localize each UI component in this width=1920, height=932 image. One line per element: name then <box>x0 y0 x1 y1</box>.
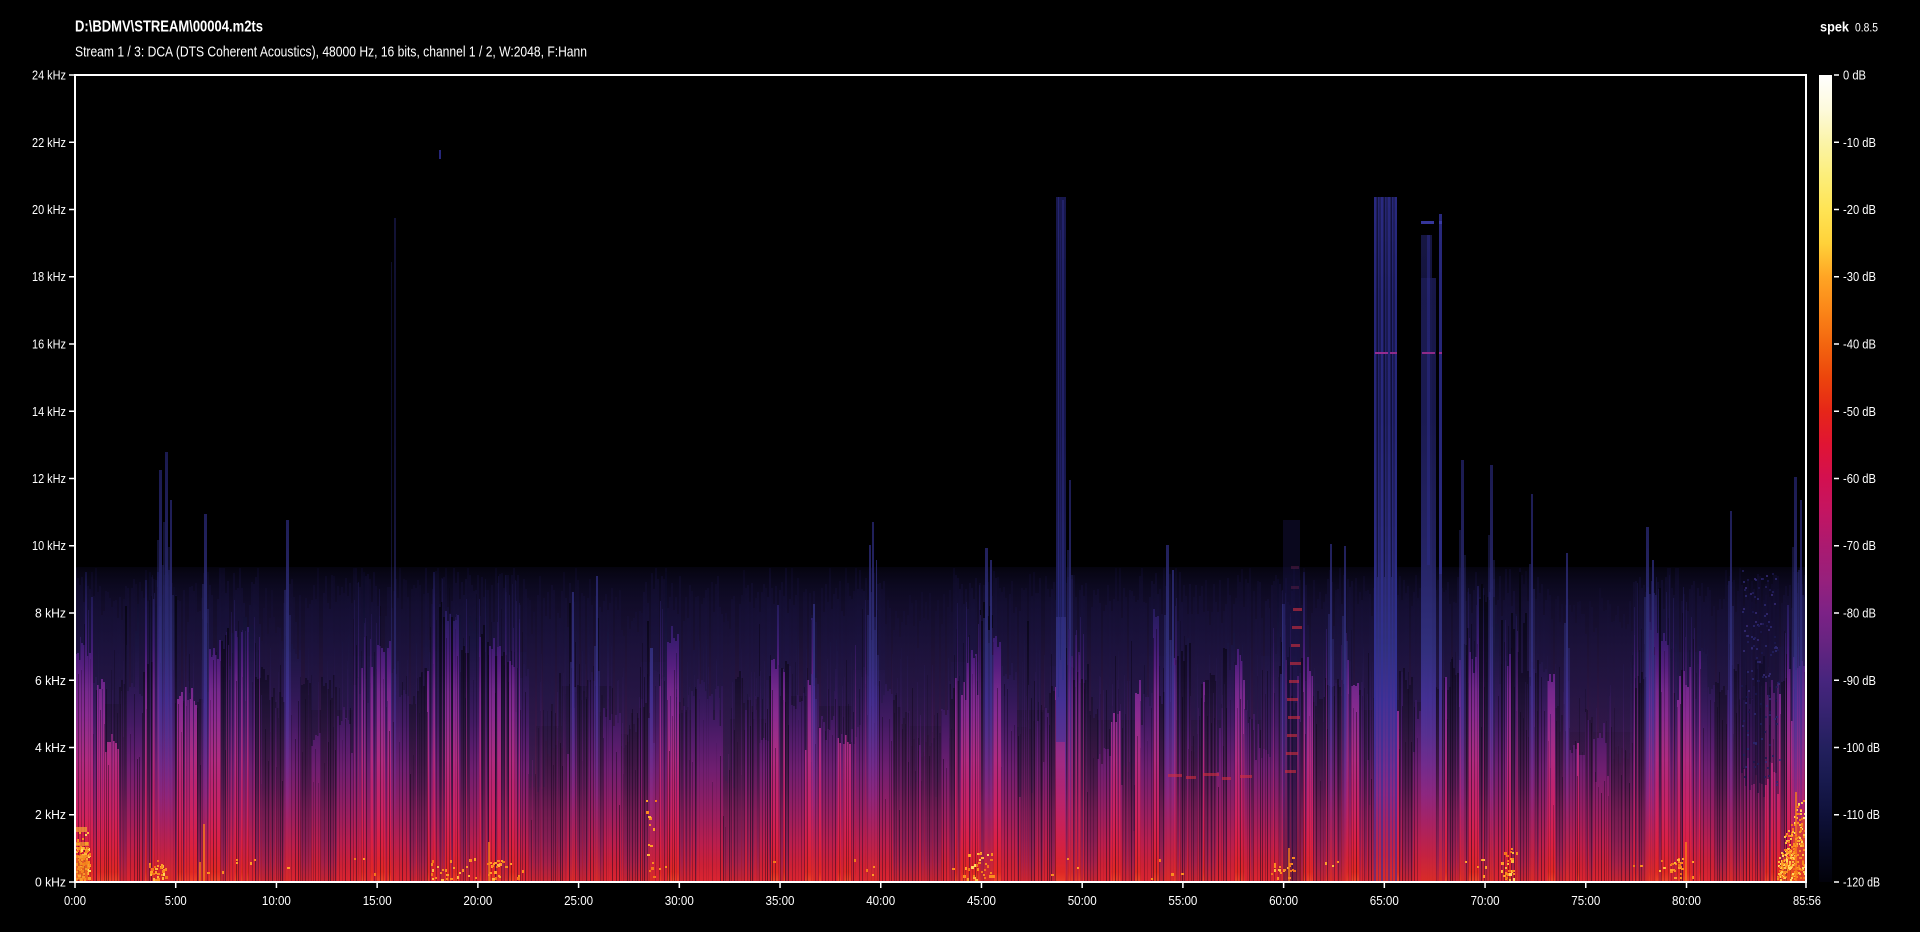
svg-text:-80 dB: -80 dB <box>1843 606 1876 621</box>
svg-text:45:00: 45:00 <box>967 893 996 908</box>
svg-text:6 kHz: 6 kHz <box>35 673 66 688</box>
svg-text:22 kHz: 22 kHz <box>32 135 66 150</box>
svg-text:80:00: 80:00 <box>1672 893 1701 908</box>
svg-text:0.8.5: 0.8.5 <box>1855 21 1878 35</box>
svg-text:D:\BDMV\STREAM\00004.m2ts: D:\BDMV\STREAM\00004.m2ts <box>75 19 263 36</box>
svg-text:20:00: 20:00 <box>463 893 492 908</box>
svg-text:15:00: 15:00 <box>363 893 392 908</box>
svg-text:25:00: 25:00 <box>564 893 593 908</box>
svg-text:-40 dB: -40 dB <box>1843 337 1876 352</box>
svg-text:35:00: 35:00 <box>766 893 795 908</box>
svg-text:40:00: 40:00 <box>866 893 895 908</box>
svg-text:4 kHz: 4 kHz <box>35 740 66 755</box>
svg-text:-120 dB: -120 dB <box>1843 875 1880 890</box>
svg-text:20 kHz: 20 kHz <box>32 202 66 217</box>
svg-text:30:00: 30:00 <box>665 893 694 908</box>
svg-text:2 kHz: 2 kHz <box>35 807 66 822</box>
svg-text:70:00: 70:00 <box>1471 893 1500 908</box>
svg-text:-20 dB: -20 dB <box>1843 202 1876 217</box>
svg-text:0 kHz: 0 kHz <box>35 875 66 890</box>
svg-text:8 kHz: 8 kHz <box>35 606 66 621</box>
svg-text:65:00: 65:00 <box>1370 893 1399 908</box>
svg-text:60:00: 60:00 <box>1269 893 1298 908</box>
svg-text:-100 dB: -100 dB <box>1843 740 1880 755</box>
svg-text:-110 dB: -110 dB <box>1843 807 1880 822</box>
svg-text:14 kHz: 14 kHz <box>32 404 66 419</box>
svg-text:-60 dB: -60 dB <box>1843 471 1876 486</box>
svg-text:85:56: 85:56 <box>1793 893 1821 908</box>
svg-text:-50 dB: -50 dB <box>1843 404 1876 419</box>
svg-text:5:00: 5:00 <box>165 893 187 908</box>
svg-text:-90 dB: -90 dB <box>1843 673 1876 688</box>
svg-text:-70 dB: -70 dB <box>1843 538 1876 553</box>
svg-text:75:00: 75:00 <box>1571 893 1600 908</box>
svg-text:spek: spek <box>1820 19 1849 35</box>
svg-text:55:00: 55:00 <box>1168 893 1197 908</box>
svg-text:Stream 1 / 3: DCA (DTS Coheren: Stream 1 / 3: DCA (DTS Coherent Acoustic… <box>75 44 587 61</box>
svg-text:50:00: 50:00 <box>1068 893 1097 908</box>
svg-text:12 kHz: 12 kHz <box>32 471 66 486</box>
svg-text:10:00: 10:00 <box>262 893 291 908</box>
svg-text:-10 dB: -10 dB <box>1843 135 1876 150</box>
svg-text:10 kHz: 10 kHz <box>32 538 66 553</box>
svg-text:-30 dB: -30 dB <box>1843 269 1876 284</box>
svg-text:24 kHz: 24 kHz <box>32 68 66 83</box>
svg-text:16 kHz: 16 kHz <box>32 337 66 352</box>
svg-text:0:00: 0:00 <box>64 893 86 908</box>
svg-text:18 kHz: 18 kHz <box>32 269 66 284</box>
svg-text:0 dB: 0 dB <box>1843 68 1866 83</box>
